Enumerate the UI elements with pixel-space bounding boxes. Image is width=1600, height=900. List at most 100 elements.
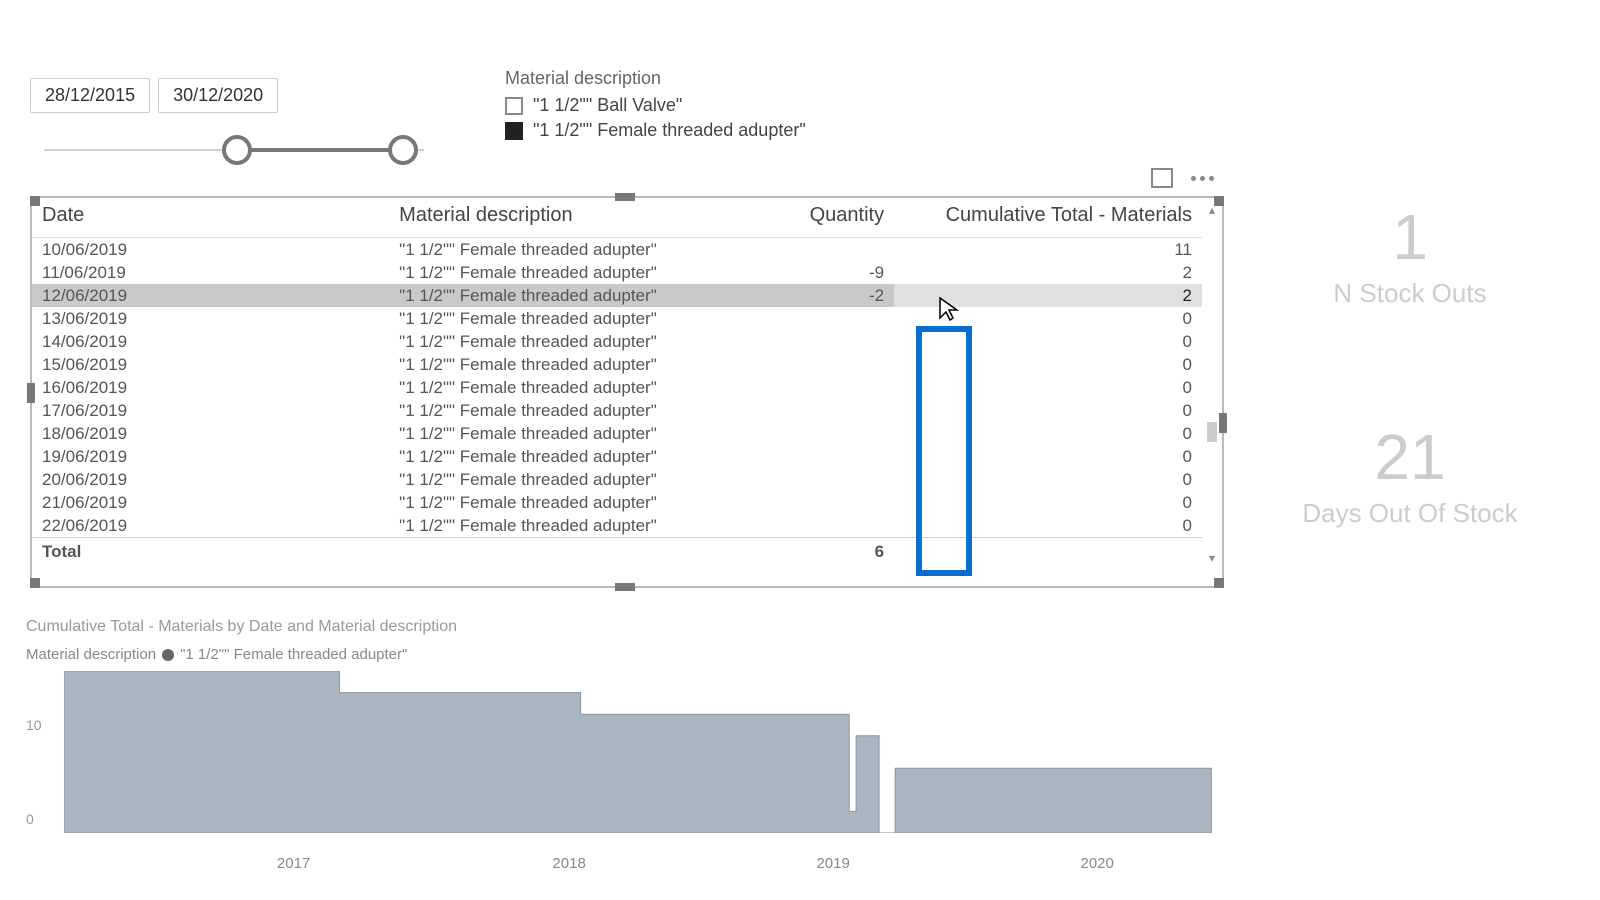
cell-qty [746,468,894,491]
cell-date: 10/06/2019 [32,238,389,262]
cell-material: "1 1/2"" Female threaded adupter" [389,376,746,399]
date-to-input[interactable]: 30/12/2020 [158,78,278,113]
cell-date: 14/06/2019 [32,330,389,353]
scroll-thumb[interactable] [1207,422,1217,442]
more-options-icon[interactable] [1191,176,1214,181]
y-axis-tick: 10 [26,717,42,733]
resize-handle-icon[interactable] [30,578,40,588]
resize-handle-icon[interactable] [27,383,35,403]
cell-date: 20/06/2019 [32,468,389,491]
cumulative-chart[interactable]: Cumulative Total - Materials by Date and… [26,618,1212,851]
cell-cum: 0 [894,307,1202,330]
table-row[interactable]: 22/06/2019"1 1/2"" Female threaded adupt… [32,514,1202,538]
cell-material: "1 1/2"" Female threaded adupter" [389,468,746,491]
cell-material: "1 1/2"" Female threaded adupter" [389,238,746,262]
checkbox-checked-icon[interactable] [505,122,523,140]
cell-material: "1 1/2"" Female threaded adupter" [389,284,746,307]
checkbox-icon[interactable] [505,97,523,115]
kpi-days-label: Days Out Of Stock [1260,498,1560,529]
column-header-quantity[interactable]: Quantity [746,198,894,238]
table-row[interactable]: 10/06/2019"1 1/2"" Female threaded adupt… [32,238,1202,262]
table-row[interactable]: 13/06/2019"1 1/2"" Female threaded adupt… [32,307,1202,330]
scroll-up-icon[interactable]: ▴ [1204,202,1220,218]
material-option-0[interactable]: "1 1/2"" Ball Valve" [505,95,806,116]
total-qty: 6 [746,538,894,564]
y-axis-tick: 0 [26,811,34,827]
cell-qty [746,399,894,422]
table-row[interactable]: 20/06/2019"1 1/2"" Female threaded adupt… [32,468,1202,491]
table-row[interactable]: 16/06/2019"1 1/2"" Female threaded adupt… [32,376,1202,399]
materials-table[interactable]: Date Material description Quantity Cumul… [32,198,1202,564]
material-slicer: Material description "1 1/2"" Ball Valve… [505,68,806,145]
table-row[interactable]: 17/06/2019"1 1/2"" Female threaded adupt… [32,399,1202,422]
cell-material: "1 1/2"" Female threaded adupter" [389,261,746,284]
cell-date: 17/06/2019 [32,399,389,422]
resize-handle-icon[interactable] [30,196,40,206]
cell-qty [746,307,894,330]
material-slicer-title: Material description [505,68,806,89]
material-option-1[interactable]: "1 1/2"" Female threaded adupter" [505,120,806,141]
legend-item-label: "1 1/2"" Female threaded adupter" [180,646,407,663]
legend-marker-icon [162,649,174,661]
cell-cum: 2 [894,261,1202,284]
cell-material: "1 1/2"" Female threaded adupter" [389,307,746,330]
table-row[interactable]: 15/06/2019"1 1/2"" Female threaded adupt… [32,353,1202,376]
cell-cum: 0 [894,422,1202,445]
cell-qty [746,445,894,468]
x-axis-tick: 2017 [277,855,310,872]
table-row[interactable]: 12/06/2019"1 1/2"" Female threaded adupt… [32,284,1202,307]
table-row[interactable]: 14/06/2019"1 1/2"" Female threaded adupt… [32,330,1202,353]
table-row[interactable]: 11/06/2019"1 1/2"" Female threaded adupt… [32,261,1202,284]
cell-date: 16/06/2019 [32,376,389,399]
cell-cum: 0 [894,353,1202,376]
date-slider-handle-from[interactable] [222,135,252,165]
cell-qty [746,491,894,514]
cell-date: 18/06/2019 [32,422,389,445]
cell-date: 13/06/2019 [32,307,389,330]
scroll-down-icon[interactable]: ▾ [1204,550,1220,566]
date-from-input[interactable]: 28/12/2015 [30,78,150,113]
kpi-stockouts-value: 1 [1260,200,1560,274]
cell-date: 19/06/2019 [32,445,389,468]
table-row[interactable]: 19/06/2019"1 1/2"" Female threaded adupt… [32,445,1202,468]
kpi-days-value: 21 [1260,420,1560,494]
total-cum [894,538,1202,564]
resize-handle-icon[interactable] [615,583,635,591]
cell-material: "1 1/2"" Female threaded adupter" [389,399,746,422]
cell-date: 22/06/2019 [32,514,389,538]
cell-cum: 0 [894,445,1202,468]
chart-legend: Material description "1 1/2"" Female thr… [26,646,1212,663]
cell-material: "1 1/2"" Female threaded adupter" [389,330,746,353]
date-slider-track[interactable] [44,135,424,139]
resize-handle-icon[interactable] [1219,413,1227,433]
chart-title: Cumulative Total - Materials by Date and… [26,618,1212,636]
kpi-stockouts-label: N Stock Outs [1260,278,1560,309]
cell-qty: -2 [746,284,894,307]
cell-cum: 0 [894,376,1202,399]
resize-handle-icon[interactable] [615,193,635,201]
resize-handle-icon[interactable] [1214,578,1224,588]
table-row[interactable]: 18/06/2019"1 1/2"" Female threaded adupt… [32,422,1202,445]
cell-material: "1 1/2"" Female threaded adupter" [389,514,746,538]
table-row[interactable]: 21/06/2019"1 1/2"" Female threaded adupt… [32,491,1202,514]
cell-material: "1 1/2"" Female threaded adupter" [389,353,746,376]
column-header-material[interactable]: Material description [389,198,746,238]
column-header-date[interactable]: Date [32,198,389,238]
cell-qty [746,514,894,538]
column-header-cumulative[interactable]: Cumulative Total - Materials [894,198,1202,238]
cell-cum: 0 [894,468,1202,491]
materials-table-visual[interactable]: Date Material description Quantity Cumul… [30,196,1224,588]
x-axis-tick: 2018 [552,855,585,872]
material-option-label: "1 1/2"" Female threaded adupter" [533,120,806,141]
cell-cum: 11 [894,238,1202,262]
table-scrollbar[interactable]: ▴ ▾ [1204,202,1220,566]
date-range-slicer[interactable]: 28/12/2015 30/12/2020 [30,78,430,139]
focus-mode-icon[interactable] [1151,168,1173,188]
total-label: Total [32,538,389,564]
date-slider-handle-to[interactable] [388,135,418,165]
material-option-label: "1 1/2"" Ball Valve" [533,95,682,116]
cell-cum: 0 [894,491,1202,514]
x-axis-tick: 2019 [816,855,849,872]
cell-cum: 0 [894,514,1202,538]
chart-plot-area[interactable] [64,671,1212,833]
